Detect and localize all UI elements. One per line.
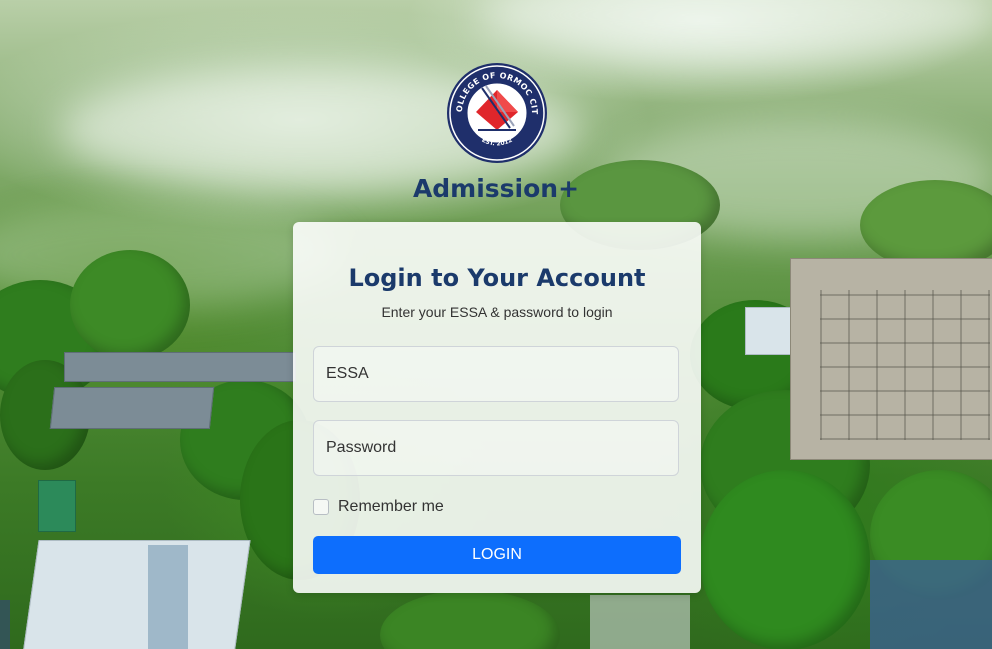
aclc-seal-icon: ACLC COLLEGE OF ORMOC CITY, INC. EST. 20… bbox=[442, 55, 547, 163]
essa-input[interactable] bbox=[313, 346, 679, 402]
remember-me-label[interactable]: Remember me bbox=[338, 498, 444, 516]
login-subtitle: Enter your ESSA & password to login bbox=[381, 304, 613, 320]
login-heading: Login to Your Account bbox=[348, 264, 646, 292]
remember-me-row[interactable]: Remember me bbox=[313, 498, 444, 516]
login-button[interactable]: LOGIN bbox=[313, 536, 681, 574]
login-card: Login to Your Account Enter your ESSA & … bbox=[293, 222, 701, 593]
college-seal-logo: ACLC COLLEGE OF ORMOC CITY, INC. EST. 20… bbox=[442, 55, 548, 164]
remember-me-checkbox[interactable] bbox=[313, 499, 329, 515]
app-title: Admission+ bbox=[412, 174, 580, 203]
password-input[interactable] bbox=[313, 420, 679, 476]
